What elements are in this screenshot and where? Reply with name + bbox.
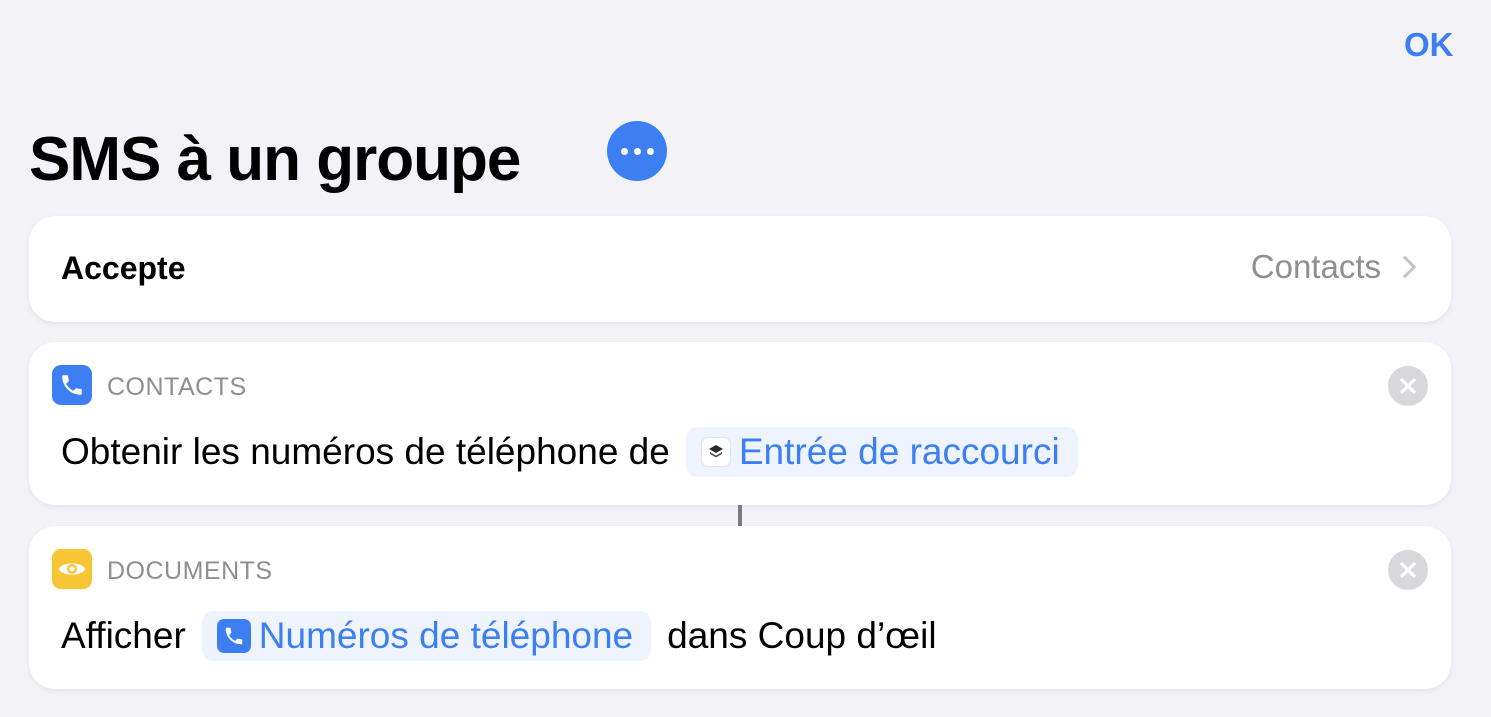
action-card-documents[interactable]: DOCUMENTS Afficher Numéros de téléphone … — [29, 526, 1451, 689]
action-sentence: Afficher Numéros de téléphone dans Coup … — [61, 611, 937, 661]
ellipsis-dot — [633, 147, 641, 155]
action-text-suffix: dans Coup d’œil — [667, 615, 937, 656]
variable-token-phone-numbers[interactable]: Numéros de téléphone — [201, 611, 652, 661]
phone-icon — [52, 365, 92, 405]
action-connector — [738, 505, 742, 526]
variable-token-label: Numéros de téléphone — [258, 615, 634, 656]
action-category-label: DOCUMENTS — [107, 557, 273, 585]
accept-value-text: Contacts — [1250, 248, 1381, 285]
remove-action-button[interactable] — [1388, 366, 1428, 406]
chevron-right-icon — [1393, 255, 1417, 279]
action-text: Obtenir les numéros de téléphone de — [61, 431, 670, 472]
eye-icon — [52, 549, 92, 589]
action-card-contacts[interactable]: CONTACTS Obtenir les numéros de téléphon… — [29, 342, 1451, 505]
accept-row[interactable]: Accepte Contacts — [29, 216, 1451, 322]
action-sentence: Obtenir les numéros de téléphone de Entr… — [61, 427, 1094, 477]
shortcut-input-icon — [700, 437, 731, 467]
accept-value[interactable]: Contacts — [1251, 248, 1419, 286]
ok-button[interactable]: OK — [1404, 26, 1454, 64]
action-text: Afficher — [61, 615, 186, 656]
page-title: SMS à un groupe — [29, 125, 521, 194]
action-category-label: CONTACTS — [107, 373, 247, 401]
phone-icon — [216, 619, 251, 653]
ellipsis-dot — [646, 147, 654, 155]
close-icon — [1400, 378, 1416, 394]
accept-label: Accepte — [61, 250, 186, 286]
variable-token-label: Entrée de raccourci — [738, 431, 1060, 472]
variable-token-shortcut-input[interactable]: Entrée de raccourci — [685, 427, 1078, 477]
close-icon — [1400, 562, 1416, 578]
remove-action-button[interactable] — [1388, 550, 1428, 590]
more-options-button[interactable] — [607, 121, 667, 181]
ellipsis-icon — [620, 147, 628, 155]
